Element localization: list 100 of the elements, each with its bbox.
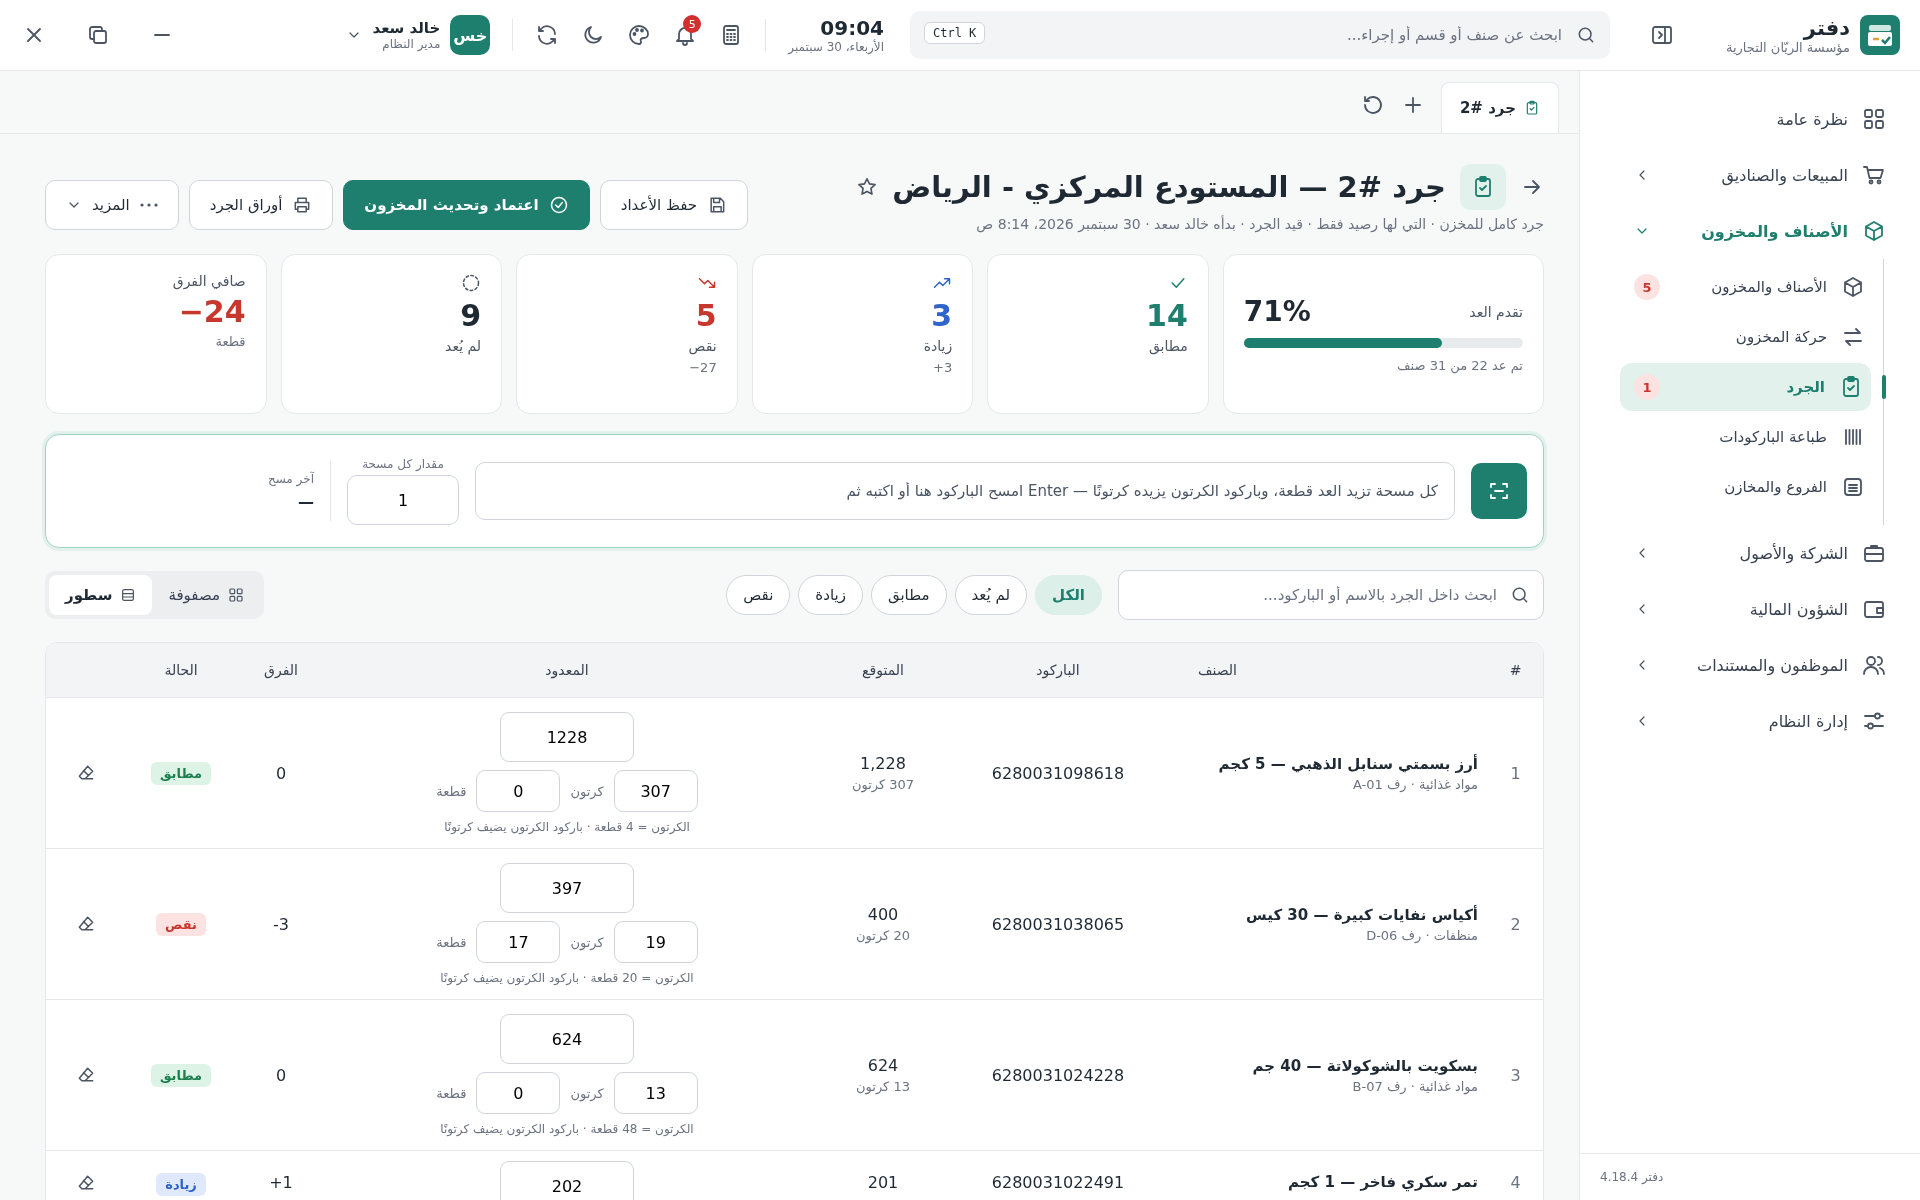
more-icon: [139, 203, 158, 207]
stat-delta: −27: [689, 360, 717, 375]
filter-chip[interactable]: مطابق: [870, 575, 947, 615]
unit-label: قطعة: [436, 783, 467, 799]
pieces-input[interactable]: 17: [476, 921, 561, 963]
status-tag: زيادة: [156, 1173, 206, 1196]
rows-icon: [120, 587, 137, 603]
cartons-input[interactable]: 19: [613, 921, 698, 963]
unit-label: قطعة: [436, 934, 467, 950]
users-icon: [1862, 653, 1886, 677]
company-name: مؤسسة الريّان التجارية: [1726, 39, 1850, 55]
count-badge: 1: [1634, 374, 1660, 400]
expected-qty: 400: [867, 905, 899, 924]
filter-chip[interactable]: لم يُعد: [954, 575, 1028, 615]
palette-icon[interactable]: [627, 23, 652, 47]
sidebar-item[interactable]: الشركة والأصول: [1620, 525, 1900, 581]
filter-chip[interactable]: نقص: [726, 575, 791, 615]
eraser-icon[interactable]: [76, 914, 96, 934]
cart-icon: [1862, 163, 1886, 187]
qty-input[interactable]: 1: [347, 475, 459, 525]
unit-label: قطعة: [436, 1085, 467, 1101]
shortcut-key: Ctrl K: [924, 22, 986, 44]
item-name: تمر سكري فاخر — 1 كجم: [1286, 1173, 1478, 1191]
cartons-input[interactable]: 307: [613, 770, 698, 812]
pieces-input[interactable]: 0: [476, 1072, 561, 1114]
scan-button[interactable]: [1471, 463, 1527, 519]
counted-input[interactable]: 1228: [500, 712, 634, 762]
status-tag: مطابق: [150, 761, 212, 785]
last-scan-value: —: [298, 491, 314, 511]
clock-date: الأربعاء، 30 سبتمبر: [788, 40, 884, 54]
row-number: 2: [1509, 914, 1522, 934]
sidebar-toggle-icon[interactable]: [1650, 23, 1674, 47]
box-icon: [1841, 275, 1865, 299]
eraser-icon[interactable]: [76, 763, 96, 783]
sidebar-item[interactable]: الموظفون والمستندات: [1620, 637, 1900, 693]
document-tab[interactable]: جرد #2: [1440, 82, 1559, 133]
star-icon[interactable]: [856, 176, 879, 198]
barcode-cell-text: 6280031022491: [990, 1173, 1126, 1192]
stat-label: نقص: [688, 338, 717, 354]
check-circle-icon: [548, 195, 569, 215]
unit-label: كرتون: [570, 1085, 604, 1101]
save-button[interactable]: حفظ الأعداد: [599, 180, 748, 230]
user-name: خالد سعد: [372, 19, 441, 37]
stat-label: لم يُعد: [445, 338, 482, 354]
counted-input[interactable]: 202: [500, 1161, 634, 1200]
expected-qty: 1,228: [860, 754, 906, 773]
stat-value: −24: [178, 295, 246, 328]
sidebar-item[interactable]: نظرة عامة: [1620, 91, 1900, 147]
qty-label: مقدار كل مسحة: [362, 457, 444, 471]
barcode-cell-text: 6280031098618: [990, 763, 1126, 783]
expected-cartons: 13 كرتون: [856, 1079, 910, 1094]
unit-label: كرتون: [570, 934, 604, 950]
stat-unit: قطعة: [215, 334, 246, 349]
stat-value: 5: [695, 299, 717, 332]
carton-hint: الكرتون = 48 قطعة · باركود الكرتون يضيف كرتونًا: [440, 1122, 694, 1136]
sidebar-subitem[interactable]: طباعة الباركودات: [1620, 413, 1885, 461]
stat-value: 14: [1146, 299, 1188, 332]
column-header: الحالة: [163, 662, 199, 678]
unit-label: كرتون: [570, 783, 604, 799]
column-header: #: [1508, 662, 1523, 678]
restore-icon[interactable]: [86, 23, 110, 47]
status-tag: نقص: [156, 912, 206, 936]
eraser-icon[interactable]: [76, 1173, 96, 1193]
carton-hint: الكرتون = 20 قطعة · باركود الكرتون يضيف كرتونًا: [440, 971, 694, 985]
count-badge: 5: [1634, 274, 1660, 300]
sidebar-item[interactable]: إدارة النظام: [1620, 693, 1900, 749]
cartons-input[interactable]: 13: [613, 1072, 698, 1114]
counted-input[interactable]: 397: [500, 863, 634, 913]
grid-view-button[interactable]: مصفوفة: [152, 575, 260, 615]
difference-cell-text: 0: [274, 763, 288, 783]
sidebar-item[interactable]: الأصناف والمخزون: [1620, 203, 1900, 259]
approve-button[interactable]: اعتماد وتحديث المخزون: [343, 180, 590, 230]
column-header: الصنف: [1197, 662, 1238, 678]
more-button[interactable]: المزيد: [45, 180, 179, 230]
stat-value: 3: [931, 299, 953, 332]
sidebar-subitem[interactable]: حركة المخزون: [1620, 313, 1885, 361]
expected-qty: 201: [867, 1173, 899, 1192]
filter-chip[interactable]: زيادة: [798, 575, 863, 615]
filter-chip[interactable]: الكل: [1035, 575, 1102, 615]
sidebar-subitem[interactable]: الفروع والمخازن: [1620, 463, 1885, 511]
dashed-circle-icon: [461, 273, 482, 293]
pieces-input[interactable]: 0: [476, 770, 561, 812]
sidebar-item[interactable]: المبيعات والصناديق: [1620, 147, 1900, 203]
progress-note: تم عد 22 من 31 صنف: [1397, 358, 1523, 373]
stat-delta: +3: [933, 360, 953, 375]
print-button[interactable]: أوراق الجرد: [188, 180, 334, 230]
sidebar-item[interactable]: الشؤون المالية: [1620, 581, 1900, 637]
warehouse-icon: [1841, 475, 1865, 499]
eraser-icon[interactable]: [76, 1065, 96, 1085]
save-icon: [707, 195, 727, 215]
logo-icon: [1860, 15, 1900, 55]
user-avatar[interactable]: خس: [450, 15, 491, 55]
version-label: دفتر 4.18.4: [1580, 1153, 1920, 1200]
grid-icon: [1862, 107, 1886, 131]
list-view-button[interactable]: سطور: [49, 575, 153, 615]
item-name: بسكويت بالشوكولاتة — 40 جم: [1251, 1056, 1478, 1075]
item-meta: مواد غذائية · رف A-01: [1351, 776, 1478, 792]
progress-value: 71%: [1243, 295, 1311, 328]
item-meta: منظفات · رف D-06: [1365, 927, 1478, 943]
counted-input[interactable]: 624: [500, 1014, 634, 1064]
